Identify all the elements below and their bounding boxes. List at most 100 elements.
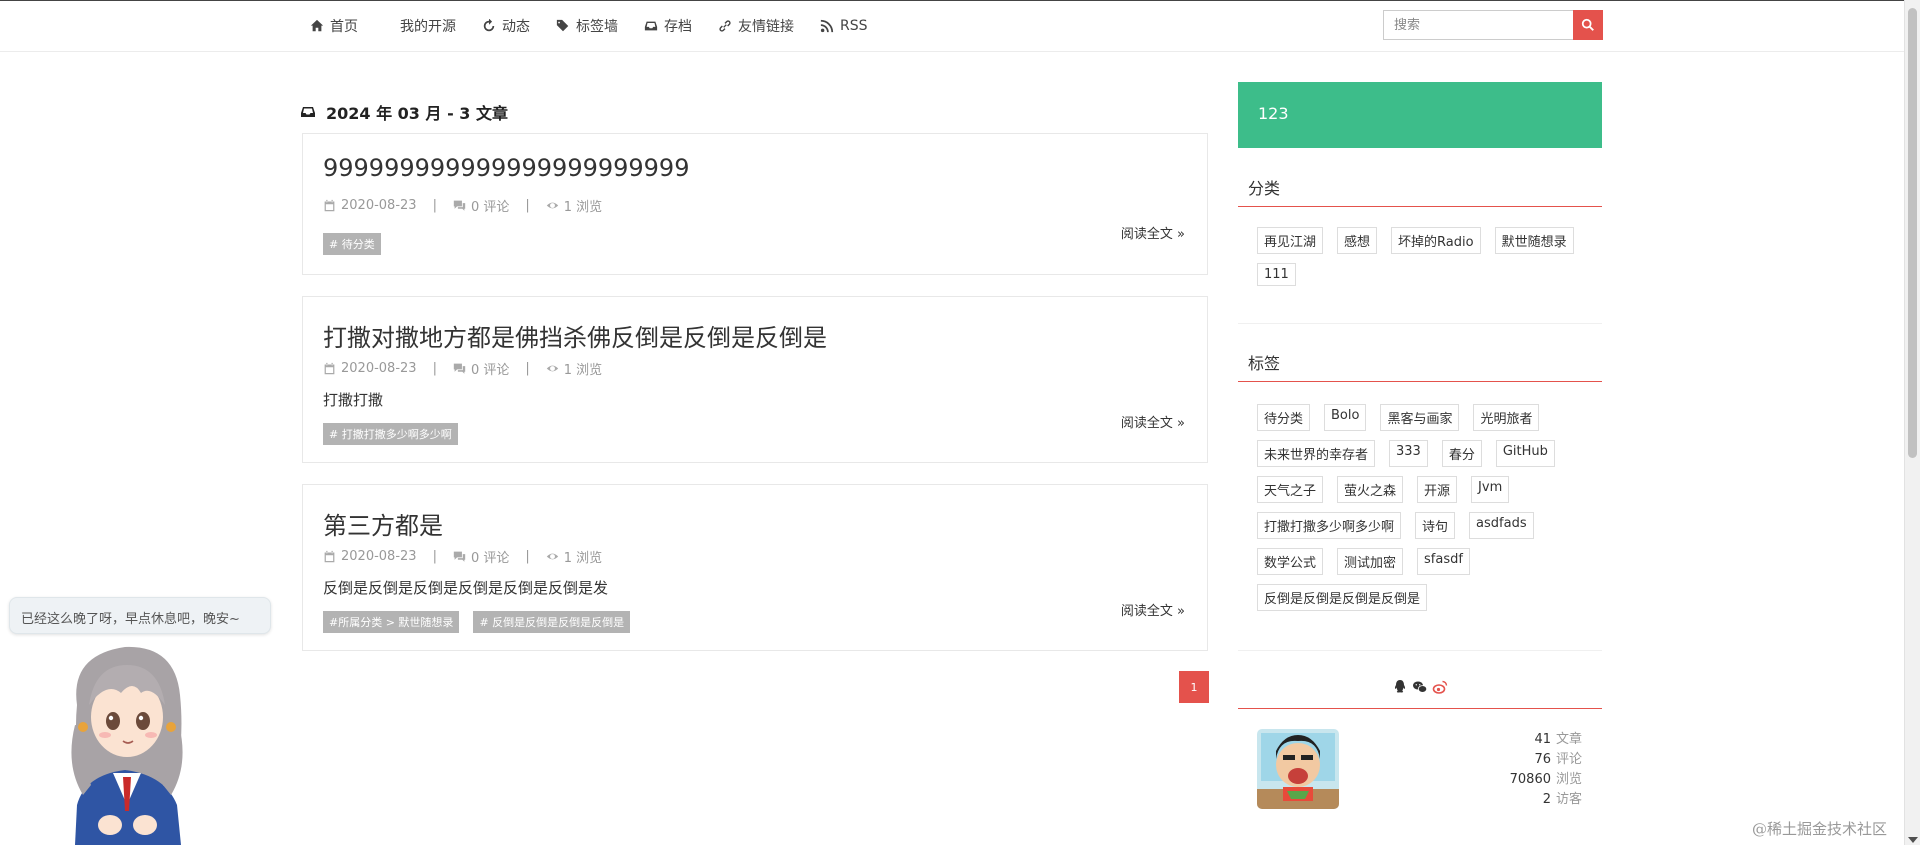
tag-chip[interactable]: 数学公式 [1257, 548, 1324, 575]
read-more-link[interactable]: 阅读全文 » [1121, 412, 1185, 431]
meta-separator: | [432, 549, 437, 564]
read-more-link[interactable]: 阅读全文 » [1121, 223, 1185, 242]
post-card: 打撒对撒地方都是佛挡杀佛反倒是反倒是反倒是 2020-08-23 | 0 评论 … [302, 296, 1208, 463]
post-tags: # 打撒打撒多少啊多少啊 [323, 423, 458, 445]
category-chip[interactable]: 感想 [1337, 227, 1378, 254]
scrollbar-thumb[interactable] [1908, 8, 1917, 458]
post-card: 999999999999999999999999 2020-08-23 | 0 … [302, 133, 1208, 275]
post-tags: # 待分类 [323, 233, 381, 255]
tag-chip[interactable]: 打撒打撒多少啊多少啊 [1257, 512, 1402, 539]
post-views-text: 1 浏览 [563, 363, 603, 378]
watermark: @稀土掘金技术社区 [1752, 820, 1888, 838]
post-meta: 2020-08-23 | 0 评论 | 1 浏览 [323, 547, 602, 566]
search-box [1383, 10, 1603, 40]
post-tag[interactable]: # 反倒是反倒是反倒是反倒是 [473, 611, 631, 633]
stat-label: 访客 [1555, 792, 1582, 807]
post-title[interactable]: 第三方都是 [323, 506, 443, 541]
search-icon [1581, 18, 1594, 31]
post-tags: #所属分类 > 默世随想录 # 反倒是反倒是反倒是反倒是 [323, 611, 631, 633]
tag-chip[interactable]: 萤火之森 [1337, 476, 1404, 503]
category-chip[interactable]: 坏掉的Radio [1391, 227, 1481, 254]
calendar-icon [324, 199, 335, 212]
nav-label-archive: 存档 [664, 19, 692, 35]
post-date: 2020-08-23 [323, 361, 417, 376]
tag-chip[interactable]: 春分 [1441, 440, 1482, 467]
home-icon [310, 19, 324, 32]
post-title[interactable]: 打撒对撒地方都是佛挡杀佛反倒是反倒是反倒是 [323, 318, 827, 353]
widget-divider [1238, 650, 1602, 651]
rss-icon [820, 19, 834, 33]
post-card: 第三方都是 2020-08-23 | 0 评论 | 1 浏览 反倒是反倒是反倒是… [302, 484, 1208, 651]
stat-views: 70860 浏览 [1440, 770, 1582, 790]
post-excerpt: 反倒是反倒是反倒是反倒是反倒是反倒是发 [323, 579, 609, 597]
nav-item-open-source[interactable]: 我的开源 [400, 16, 456, 36]
category-chip[interactable]: 再见江湖 [1257, 227, 1324, 254]
tag-chip[interactable]: 黑客与画家 [1380, 404, 1460, 431]
search-button[interactable] [1573, 10, 1603, 40]
tag-chip[interactable]: 诗句 [1415, 512, 1456, 539]
page-scrollbar[interactable] [1904, 0, 1920, 845]
comments-icon [453, 551, 466, 562]
post-date: 2020-08-23 [323, 198, 417, 213]
live2d-mascot[interactable] [55, 635, 225, 845]
author-avatar[interactable] [1257, 729, 1339, 809]
wechat-icon[interactable] [1412, 679, 1428, 695]
post-comments[interactable]: 0 评论 [453, 196, 509, 215]
post-tag[interactable]: # 打撒打撒多少啊多少啊 [323, 423, 458, 445]
sidebar-hello-box: 123 [1238, 82, 1602, 148]
tag-chip[interactable]: sfasdf [1417, 548, 1470, 575]
post-comments[interactable]: 0 评论 [453, 359, 509, 378]
nav-item-moments[interactable]: 动态 [482, 16, 530, 36]
tag-chip[interactable]: 测试加密 [1337, 548, 1404, 575]
calendar-icon [324, 362, 335, 375]
qq-icon[interactable] [1392, 679, 1408, 695]
tag-chip[interactable]: 333 [1389, 440, 1428, 467]
tags-icon [556, 19, 569, 32]
archive-heading: 2024 年 03 月 - 3 文章 [300, 100, 508, 124]
tag-chip[interactable]: Jvm [1471, 476, 1510, 503]
stat-comments[interactable]: 76 评论 [1440, 750, 1582, 770]
post-title[interactable]: 999999999999999999999999 [323, 154, 689, 182]
tag-cloud: 待分类 Bolo 黑客与画家 光明旅者 未来世界的幸存者 333 春分 GitH… [1257, 404, 1597, 611]
category-chip[interactable]: 111 [1257, 263, 1296, 286]
stat-number: 2 [1542, 792, 1551, 807]
meta-separator: | [525, 198, 530, 213]
read-more-link[interactable]: 阅读全文 » [1121, 600, 1185, 619]
tag-chip[interactable]: 天气之子 [1257, 476, 1324, 503]
stat-visitors: 2 访客 [1440, 790, 1582, 810]
nav-item-tag-wall[interactable]: 标签墙 [556, 16, 618, 36]
nav-item-archive[interactable]: 存档 [644, 16, 692, 36]
post-meta: 2020-08-23 | 0 评论 | 1 浏览 [323, 359, 602, 378]
stat-label: 文章 [1555, 732, 1582, 747]
search-input[interactable] [1383, 10, 1573, 40]
post-tag[interactable]: #所属分类 > 默世随想录 [323, 611, 460, 633]
tag-chip[interactable]: asdfads [1469, 512, 1534, 539]
eye-icon [546, 553, 558, 560]
nav-item-home[interactable]: 首页 [310, 16, 358, 36]
category-chip[interactable]: 默世随想录 [1494, 227, 1574, 254]
stat-articles[interactable]: 41 文章 [1440, 730, 1582, 750]
meta-separator: | [525, 361, 530, 376]
tag-chip[interactable]: 开源 [1417, 476, 1458, 503]
meta-separator: | [525, 549, 530, 564]
tag-chip[interactable]: 反倒是反倒是反倒是反倒是 [1257, 584, 1428, 611]
tag-chip[interactable]: 待分类 [1257, 404, 1311, 431]
nav-label-tag-wall: 标签墙 [576, 19, 618, 35]
tag-chip[interactable]: Bolo [1324, 404, 1367, 431]
post-tag[interactable]: # 待分类 [323, 233, 381, 255]
categories-title: 分类 [1238, 175, 1602, 207]
stat-label: 评论 [1555, 752, 1582, 767]
scroll-down-arrow-icon[interactable] [1908, 837, 1918, 843]
tag-chip[interactable]: 光明旅者 [1473, 404, 1540, 431]
post-views-text: 1 浏览 [563, 551, 603, 566]
pagination-page-1[interactable]: 1 [1179, 671, 1209, 703]
tag-chip[interactable]: GitHub [1495, 440, 1555, 467]
widget-divider [1238, 323, 1602, 324]
nav-item-rss[interactable]: RSS [820, 18, 868, 34]
tag-chip[interactable]: 未来世界的幸存者 [1257, 440, 1376, 467]
post-views: 1 浏览 [546, 196, 602, 215]
nav-item-friend-links[interactable]: 友情链接 [718, 16, 794, 36]
weibo-icon[interactable] [1432, 679, 1448, 695]
post-date: 2020-08-23 [323, 549, 417, 564]
post-comments[interactable]: 0 评论 [453, 547, 509, 566]
